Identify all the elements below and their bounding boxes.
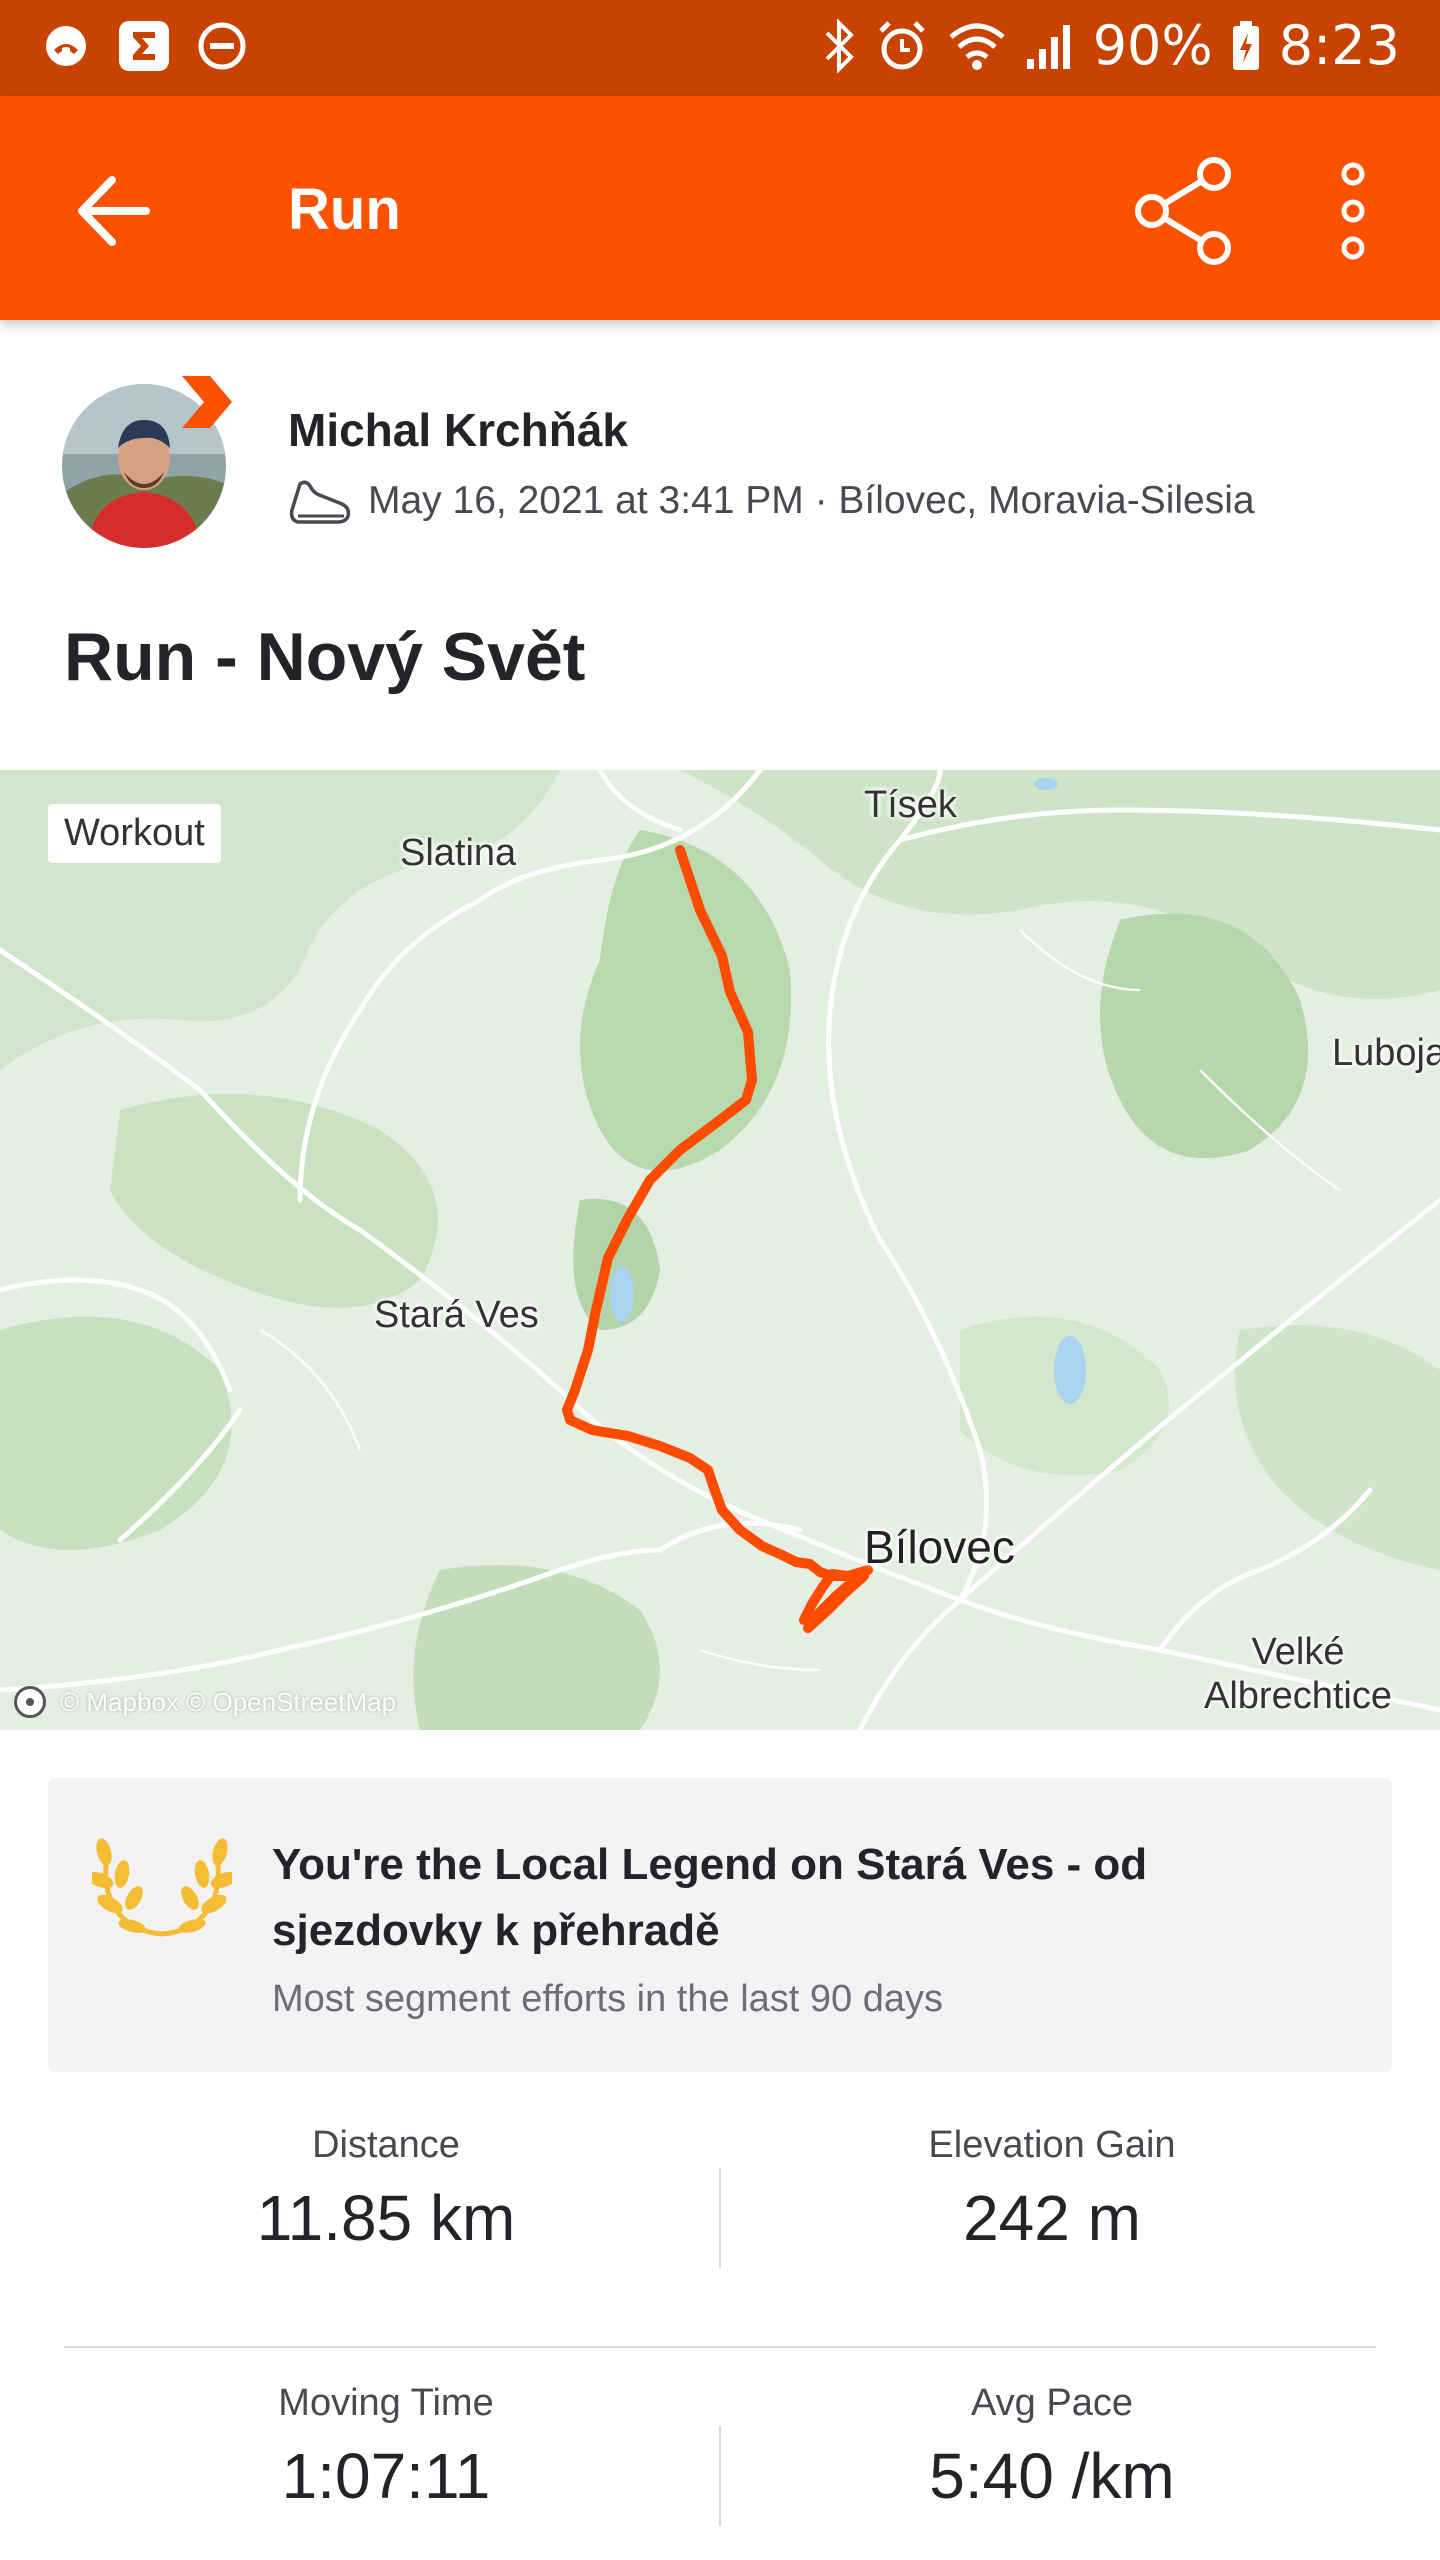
subscriber-badge-icon [176, 372, 236, 432]
workout-type-chip[interactable]: Workout [48, 804, 221, 863]
activity-meta: May 16, 2021 at 3:41 PM · Bílovec, Morav… [288, 476, 1255, 526]
map-label-stara-ves: Stará Ves [374, 1294, 539, 1336]
sigma-app-icon [118, 20, 170, 72]
map-label-slatina: Slatina [400, 832, 517, 874]
wifi-icon [949, 23, 1005, 70]
page-title: Run [288, 177, 401, 242]
more-options-button[interactable] [1318, 156, 1388, 266]
stat-distance: Distance 11.85 km [56, 2124, 716, 2255]
local-legend-title: You're the Local Legend on Stará Ves - o… [272, 1840, 1148, 1955]
activity-date-location: May 16, 2021 at 3:41 PM · Bílovec, Morav… [368, 479, 1255, 522]
missed-call-icon [40, 20, 92, 72]
stat-label: Distance [312, 2124, 460, 2166]
map-label-velke-albrechtice: Velké Albrechtice [1204, 1631, 1392, 1717]
stat-label: Elevation Gain [928, 2124, 1176, 2166]
stat-divider [719, 2426, 721, 2526]
shoe-icon [289, 480, 351, 524]
map-label-tisek: Tísek [864, 784, 957, 826]
stat-divider [719, 2168, 721, 2268]
back-button[interactable] [70, 166, 160, 256]
status-bar: 90% 8:23 [0, 0, 1440, 96]
mapbox-logo-icon [14, 1686, 46, 1718]
app-bar: Run [0, 96, 1440, 320]
route-map[interactable]: Workout Tísek Slatina Luboja Stará Ves B… [0, 770, 1440, 1730]
local-legend-card[interactable]: You're the Local Legend on Stará Ves - o… [48, 1778, 1392, 2072]
bluetooth-icon [825, 18, 854, 73]
stat-value: 5:40 /km [929, 2440, 1175, 2512]
attribution-text: © Mapbox © OpenStreetMap [60, 1686, 397, 1717]
alarm-icon [878, 20, 925, 69]
signal-icon [1026, 24, 1070, 69]
local-legend-subtitle: Most segment efforts in the last 90 days [272, 1978, 943, 2020]
battery-percent: 90% [1092, 14, 1213, 77]
laurel-wreath-icon [92, 1838, 232, 1937]
map-attribution[interactable]: © Mapbox © OpenStreetMap [14, 1686, 396, 1718]
stat-label: Moving Time [278, 2382, 494, 2424]
arrow-left-icon [78, 176, 150, 246]
stat-value: 242 m [963, 2182, 1141, 2254]
stat-avg-pace: Avg Pace 5:40 /km [722, 2382, 1382, 2513]
activity-title: Run - Nový Svět [64, 619, 586, 695]
stat-value: 1:07:11 [281, 2440, 491, 2512]
clock: 8:23 [1278, 14, 1400, 77]
map-label-bilovec: Bílovec [864, 1521, 1015, 1573]
battery-charging-icon [1232, 20, 1259, 70]
map-label-luboja: Luboja [1332, 1032, 1440, 1074]
do-not-disturb-icon [196, 20, 248, 72]
stats-row-divider [64, 2346, 1376, 2348]
stat-value: 11.85 km [256, 2182, 516, 2254]
map-canvas [0, 770, 1440, 1730]
athlete-name[interactable]: Michal Krchňák [288, 403, 628, 457]
kebab-menu-icon [1341, 162, 1365, 260]
stat-elevation-gain: Elevation Gain 242 m [722, 2124, 1382, 2255]
share-icon [1135, 157, 1231, 265]
stat-label: Avg Pace [971, 2382, 1133, 2424]
stat-moving-time: Moving Time 1:07:11 [56, 2382, 716, 2513]
share-button[interactable] [1130, 156, 1240, 266]
